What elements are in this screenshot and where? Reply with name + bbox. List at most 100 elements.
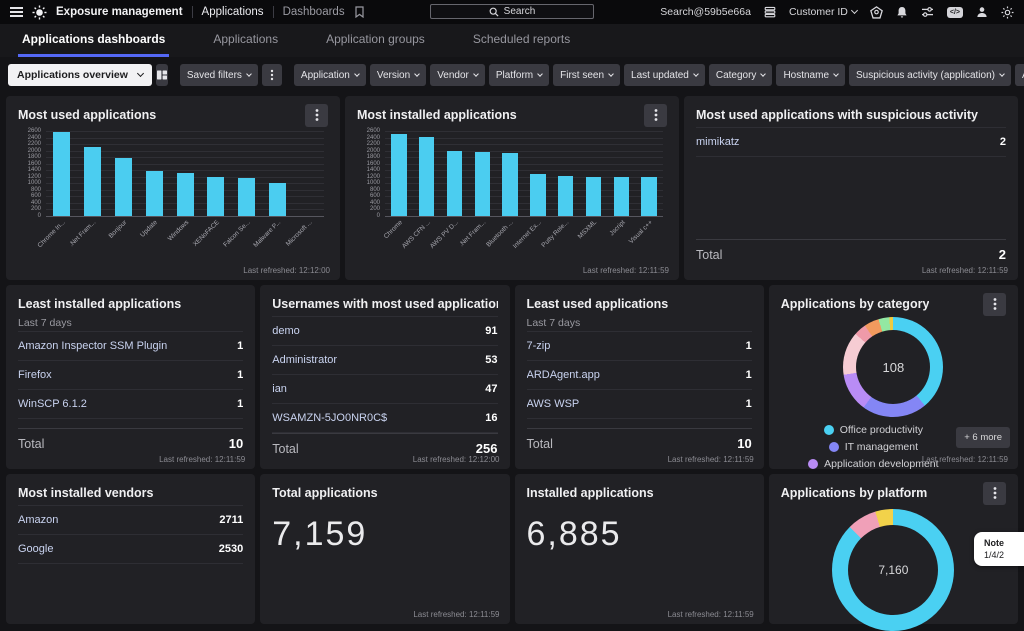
row-value: 2	[1000, 136, 1006, 148]
breadcrumb-applications[interactable]: Applications	[202, 6, 264, 18]
filter-chip-vendor[interactable]: Vendor	[430, 64, 485, 86]
card-menu-button[interactable]	[983, 293, 1006, 316]
bar[interactable]	[84, 147, 101, 216]
filter-chip-platform[interactable]: Platform	[489, 64, 549, 86]
row-label-link[interactable]: Amazon	[18, 514, 58, 526]
bar[interactable]	[475, 152, 490, 216]
bar[interactable]	[238, 178, 255, 216]
filter-chip-last-updated[interactable]: Last updated	[624, 64, 705, 86]
row-label-link[interactable]: mimikatz	[696, 136, 739, 148]
tab-application-groups[interactable]: Application groups	[322, 24, 429, 57]
bar[interactable]	[177, 173, 194, 216]
container-stack-icon[interactable]	[764, 6, 776, 18]
y-tick-label: 2000	[367, 148, 380, 154]
list-item[interactable]: WSAMZN-5JO0NR0C$16	[272, 404, 497, 433]
legend-item[interactable]: Application development	[808, 458, 938, 470]
x-tick-label: Windows	[166, 219, 190, 243]
list: Amazon Inspector SSM Plugin1Firefox1WinS…	[18, 331, 243, 419]
card-title: Installed applications	[527, 486, 654, 500]
legend-item[interactable]: IT management	[829, 441, 918, 453]
saved-filters-menu-button[interactable]	[262, 64, 282, 86]
list-item[interactable]: AWS WSP1	[527, 390, 752, 419]
bar[interactable]	[391, 134, 406, 216]
tab-applications-dashboards[interactable]: Applications dashboards	[18, 24, 169, 57]
list-item[interactable]: demo91	[272, 317, 497, 346]
filter-chip-hostname[interactable]: Hostname	[776, 64, 845, 86]
legend-item[interactable]: Office productivity	[824, 424, 923, 436]
layout-grid-button[interactable]	[156, 64, 168, 86]
card-installed-applications: Installed applications 6,885 Last refres…	[515, 474, 764, 624]
badge-icon[interactable]	[870, 6, 883, 19]
user-profile-icon[interactable]	[976, 6, 988, 18]
theme-brightness-icon[interactable]	[1001, 6, 1014, 19]
row-label-link[interactable]: WSAMZN-5JO0NR0C$	[272, 412, 387, 424]
donut-center-value: 7,160	[878, 563, 908, 577]
bar[interactable]	[115, 158, 132, 216]
note-title: Note	[984, 537, 1020, 549]
note-flag[interactable]: Note 1/4/2	[974, 532, 1024, 566]
list-item[interactable]: Google2530	[18, 535, 243, 564]
bar[interactable]	[530, 174, 545, 216]
category-donut-chart[interactable]: 108	[843, 317, 943, 417]
list-item[interactable]: mimikatz 2	[696, 128, 1006, 157]
list-item[interactable]: ian47	[272, 375, 497, 404]
notifications-bell-icon[interactable]	[896, 6, 908, 19]
filter-chip-first-seen[interactable]: First seen	[553, 64, 620, 86]
dashboard-view-select[interactable]: Applications overview	[8, 64, 152, 86]
saved-filters-dropdown[interactable]: Saved filters	[180, 64, 258, 86]
row-label-link[interactable]: AWS WSP	[527, 398, 580, 410]
bar[interactable]	[419, 137, 434, 216]
list-item[interactable]: WinSCP 6.1.21	[18, 390, 243, 419]
list-item[interactable]: 7-zip1	[527, 332, 752, 361]
row-label-link[interactable]: demo	[272, 325, 300, 337]
bar[interactable]	[502, 153, 517, 216]
filter-sliders-icon[interactable]	[921, 6, 934, 18]
bar[interactable]	[146, 171, 163, 216]
filter-chip-version[interactable]: Version	[370, 64, 426, 86]
row-label-link[interactable]: ARDAgent.app	[527, 369, 600, 381]
row-label-link[interactable]: WinSCP 6.1.2	[18, 398, 87, 410]
bar[interactable]	[269, 183, 286, 216]
api-code-icon[interactable]: </>	[947, 7, 963, 18]
legend-more-button[interactable]: + 6 more	[956, 427, 1010, 448]
row-label-link[interactable]: Firefox	[18, 369, 52, 381]
bar[interactable]	[53, 132, 70, 216]
customer-id-dropdown[interactable]: Customer ID	[789, 6, 857, 18]
list-item[interactable]: Amazon2711	[18, 506, 243, 535]
filter-chip-suspicious-activity-application-[interactable]: Suspicious activity (application)	[849, 64, 1011, 86]
metric-value: 7,159	[272, 515, 497, 554]
bar[interactable]	[586, 177, 601, 216]
row-value: 53	[485, 354, 497, 366]
row-label-link[interactable]: 7-zip	[527, 340, 551, 352]
tab-scheduled-reports[interactable]: Scheduled reports	[469, 24, 574, 57]
list-item[interactable]: Administrator 53	[272, 346, 497, 375]
card-menu-button[interactable]	[305, 104, 328, 127]
bar[interactable]	[641, 177, 656, 216]
breadcrumb-dashboards[interactable]: Dashboards	[283, 6, 345, 18]
row-label-link[interactable]: Google	[18, 543, 53, 555]
filter-chip-application[interactable]: Application	[294, 64, 366, 86]
global-search-input[interactable]: Search	[430, 4, 594, 19]
row-label-link[interactable]: ian	[272, 383, 287, 395]
bar[interactable]	[614, 177, 629, 216]
tab-applications[interactable]: Applications	[209, 24, 282, 57]
add-remove-filters-button[interactable]: Add/remove filters +	[1015, 64, 1024, 86]
donut-center-value: 108	[883, 360, 905, 375]
menu-icon[interactable]	[10, 7, 23, 17]
bookmark-icon[interactable]	[354, 6, 365, 18]
last-refreshed: Last refreshed: 12:11:59	[922, 455, 1008, 464]
chevron-down-icon	[833, 71, 839, 77]
bar[interactable]	[558, 176, 573, 216]
row-label-link[interactable]: Administrator	[272, 354, 337, 366]
row-label-link[interactable]: Amazon Inspector SSM Plugin	[18, 340, 167, 352]
list-item[interactable]: Firefox1	[18, 361, 243, 390]
bar[interactable]	[207, 177, 224, 216]
card-menu-button[interactable]	[983, 482, 1006, 505]
list: mimikatz 2	[696, 127, 1006, 157]
list-item[interactable]: Amazon Inspector SSM Plugin1	[18, 332, 243, 361]
platform-donut-chart[interactable]: 7,160	[832, 509, 954, 631]
filter-chip-category[interactable]: Category	[709, 64, 773, 86]
card-menu-button[interactable]	[644, 104, 667, 127]
bar[interactable]	[447, 151, 462, 216]
list-item[interactable]: ARDAgent.app1	[527, 361, 752, 390]
